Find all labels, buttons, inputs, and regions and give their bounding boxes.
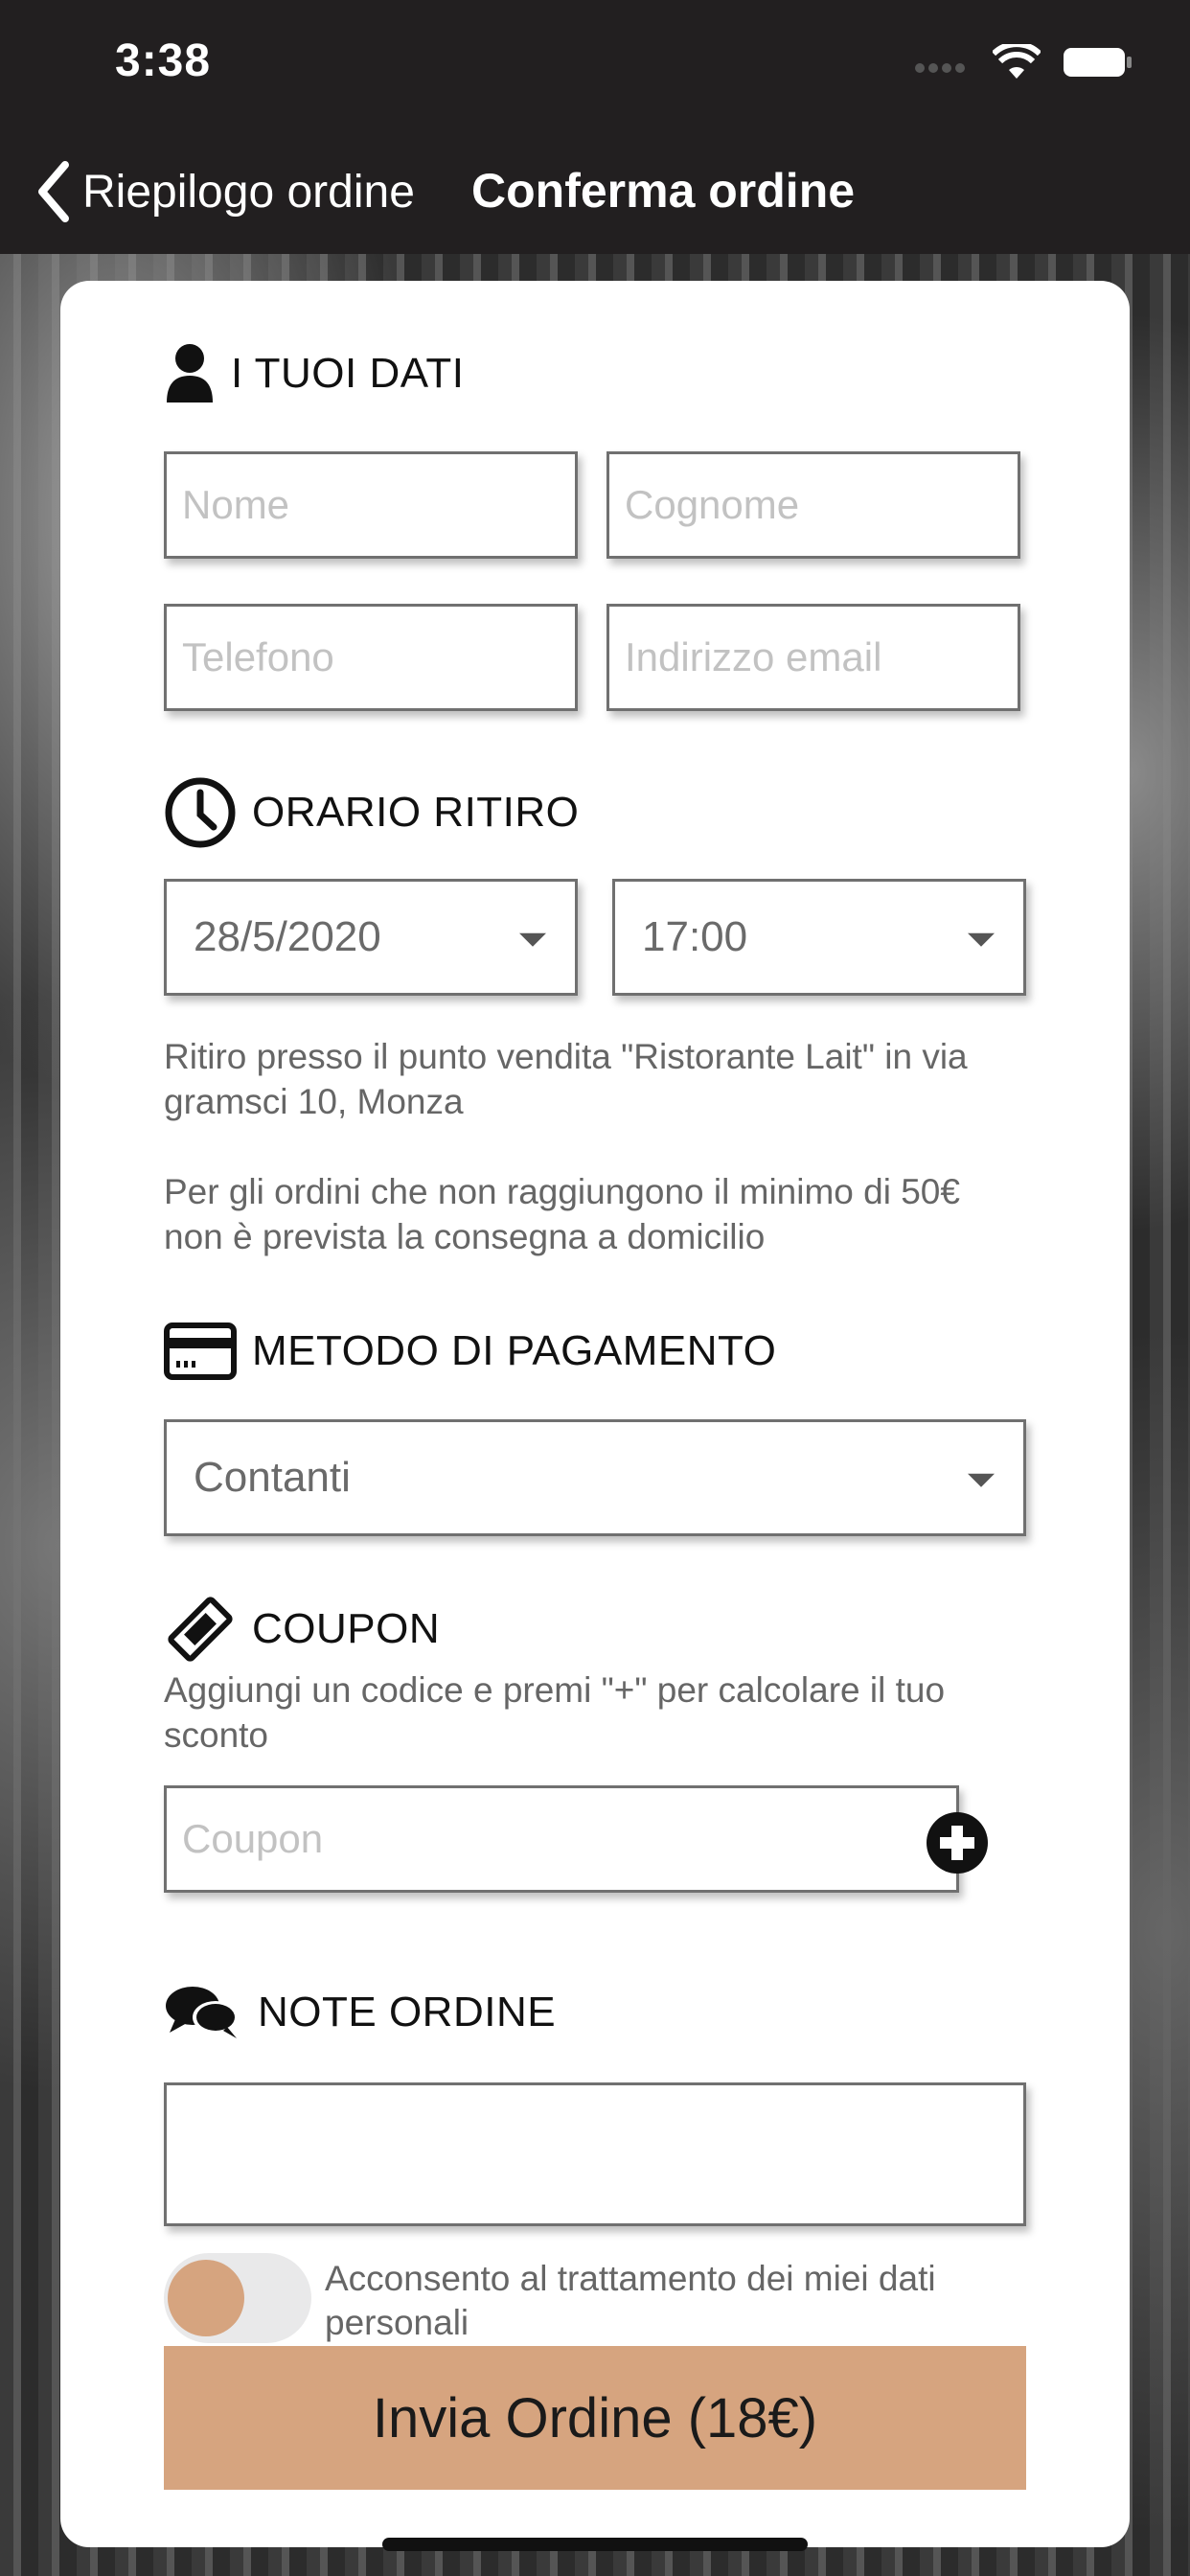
back-button[interactable]: Riepilogo ordine xyxy=(34,161,415,222)
clock-icon xyxy=(165,777,236,848)
personal-data-header: I TUOI DATI xyxy=(164,343,464,404)
coupon-input[interactable] xyxy=(167,1788,956,1890)
page-title: Conferma ordine xyxy=(471,164,856,218)
dropdown-caret-icon xyxy=(968,1473,995,1487)
back-label: Riepilogo ordine xyxy=(82,166,415,218)
pickup-date-value: 28/5/2020 xyxy=(194,913,381,960)
dropdown-caret-icon xyxy=(968,932,995,947)
order-notes-input[interactable] xyxy=(167,2085,1023,2223)
pickup-location-note: Ritiro presso il punto vendita "Ristoran… xyxy=(164,1037,968,1121)
consent-label: Acconsento al trattamento dei miei dati … xyxy=(325,2259,936,2342)
submit-order-button[interactable]: Invia Ordine (18€) xyxy=(164,2346,1026,2490)
email-input[interactable] xyxy=(609,607,1018,708)
navigation-bar: Riepilogo ordine Conferma ordine xyxy=(0,134,1190,254)
last-name-input[interactable] xyxy=(609,454,1018,556)
minimum-order-note: Per gli ordini che non raggiungono il mi… xyxy=(164,1172,960,1256)
coupon-field[interactable] xyxy=(164,1785,959,1893)
last-name-field[interactable] xyxy=(606,451,1020,559)
ticket-icon xyxy=(168,1597,233,1662)
battery-icon xyxy=(1064,48,1132,77)
order-notes-header: NOTE ORDINE xyxy=(164,1983,556,2042)
status-bar: 3:38 xyxy=(0,0,1190,134)
first-name-input[interactable] xyxy=(167,454,575,556)
credit-card-icon xyxy=(164,1322,237,1380)
payment-method-header: METODO DI PAGAMENTO xyxy=(164,1322,776,1380)
add-coupon-button[interactable] xyxy=(926,1811,989,1874)
dropdown-caret-icon xyxy=(519,932,546,947)
signal-icon xyxy=(915,63,965,73)
coupon-hint: Aggiungi un codice e premi "+" per calco… xyxy=(164,1670,946,1755)
pickup-time-select[interactable]: 17:00 xyxy=(612,879,1026,996)
status-time: 3:38 xyxy=(115,35,212,86)
pickup-time-value: 17:00 xyxy=(642,913,748,960)
coupon-header: COUPON xyxy=(164,1596,440,1663)
toggle-knob xyxy=(168,2260,244,2336)
chat-bubbles-icon xyxy=(166,1987,239,2038)
payment-method-select[interactable]: Contanti xyxy=(164,1419,1026,1536)
consent-toggle[interactable] xyxy=(164,2253,311,2343)
user-icon xyxy=(167,344,213,402)
email-field[interactable] xyxy=(606,604,1020,711)
chevron-left-icon xyxy=(38,161,69,222)
order-notes-field[interactable] xyxy=(164,2082,1026,2226)
pickup-date-select[interactable]: 28/5/2020 xyxy=(164,879,578,996)
payment-method-value: Contanti xyxy=(194,1454,351,1501)
home-indicator xyxy=(382,2538,808,2551)
phone-field[interactable] xyxy=(164,604,578,711)
pickup-time-header: ORARIO RITIRO xyxy=(164,776,579,849)
wifi-icon xyxy=(993,44,1041,79)
first-name-field[interactable] xyxy=(164,451,578,559)
phone-input[interactable] xyxy=(167,607,575,708)
order-form-card: I TUOI DATI ORARIO RITIRO 28/5/2020 17:0… xyxy=(60,281,1130,2547)
